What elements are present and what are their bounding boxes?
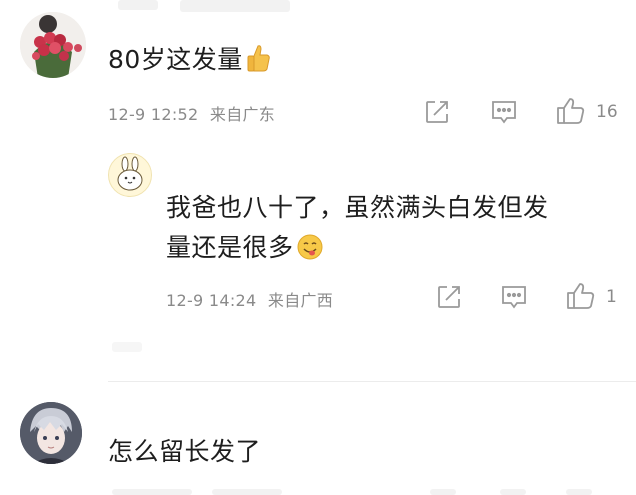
faded-bottom-remnant — [430, 489, 456, 495]
comment-1-location: 来自广东 — [209, 105, 276, 124]
bunny-avatar-image — [117, 156, 143, 191]
roses-avatar-image — [20, 12, 86, 78]
comment-1-time: 12-9 12:52 — [108, 105, 199, 124]
thumbs-up-emoji-icon — [245, 44, 271, 72]
yum-face-emoji-icon — [296, 233, 324, 261]
comment-2-location: 来自广西 — [267, 291, 334, 310]
comment-2-time: 12-9 14:24 — [166, 291, 257, 310]
faded-top-remnant — [118, 0, 158, 10]
comment-2-text-line2: 量还是很多 — [166, 233, 294, 262]
comment-divider — [108, 381, 636, 382]
comment-1-meta: 12-9 12:52 来自广东 — [108, 101, 275, 125]
faded-bottom-remnant — [500, 489, 526, 495]
faded-bottom-remnant — [112, 489, 192, 495]
comment-icon[interactable] — [500, 284, 528, 310]
comment-2-like-count: 1 — [606, 287, 617, 307]
comment-2-text-block: 我爸也八十了，虽然满头白发但发 量还是很多 — [166, 188, 549, 268]
comment-2-text-line2-row: 量还是很多 — [166, 228, 549, 268]
avatar-bunny[interactable] — [108, 153, 152, 197]
anime-boy-avatar-image — [20, 402, 82, 464]
comment-3-text: 怎么留长发了 — [108, 437, 262, 466]
avatar-roses[interactable] — [20, 12, 86, 78]
faded-bottom-remnant — [566, 489, 592, 495]
like-icon[interactable] — [556, 97, 586, 125]
comment-icon[interactable] — [490, 99, 518, 125]
comment-1-text: 80岁这发量 — [108, 45, 243, 74]
share-icon[interactable] — [424, 99, 450, 125]
like-icon[interactable] — [566, 282, 596, 310]
comment-1-text-row: 80岁这发量 — [108, 40, 271, 80]
comment-2-text-line1: 我爸也八十了，虽然满头白发但发 — [166, 193, 549, 222]
comment-2-meta: 12-9 14:24 来自广西 — [166, 287, 333, 311]
faded-bottom-remnant — [212, 489, 282, 495]
comment-1-like-count: 16 — [596, 102, 618, 122]
faded-top-remnant — [180, 0, 290, 12]
avatar-anime-boy[interactable] — [20, 402, 82, 464]
faded-remnant — [112, 342, 142, 352]
share-icon[interactable] — [436, 284, 462, 310]
